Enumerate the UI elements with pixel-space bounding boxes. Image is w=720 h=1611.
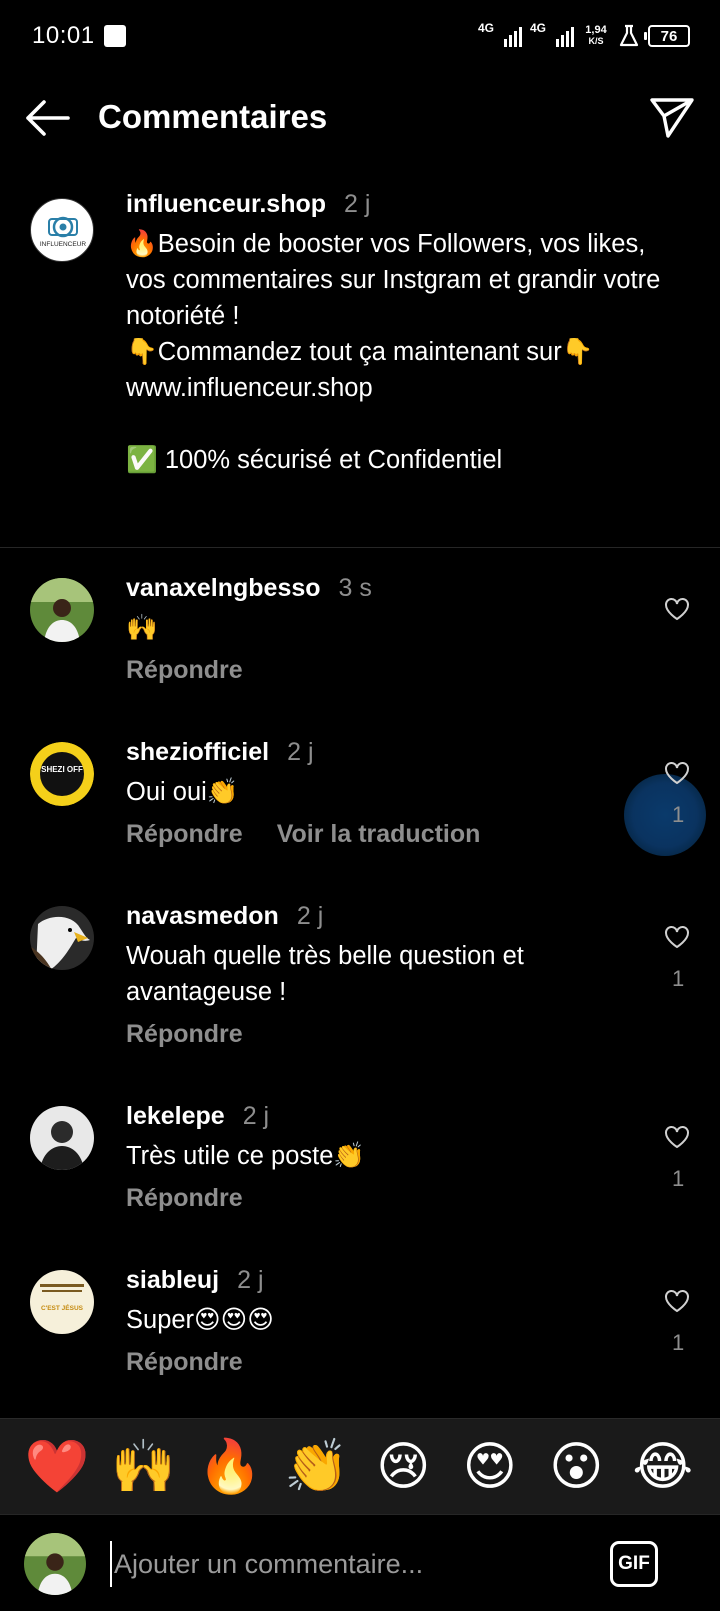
username[interactable]: sheziofficiel [126,738,269,766]
svg-text:SHEZI OFF: SHEZI OFF [41,765,83,774]
network-speed: 1,94 K/S [585,24,607,47]
comment-input[interactable] [110,1541,570,1587]
battery-icon: 76 [644,25,690,47]
gif-label: GIF [618,1553,650,1574]
reply-button[interactable]: Répondre [126,1020,243,1049]
emoji-clapping[interactable]: 👏 [282,1437,352,1497]
comment-text: 🙌 [126,614,158,642]
emoji-heart-eyes[interactable]: 😍 [455,1437,525,1497]
comment-input-bar: GIF [0,1514,720,1611]
comment-text: Très utile ce poste👏 [126,1142,366,1170]
current-user-avatar [24,1533,86,1595]
post-caption: INFLUENCEUR influenceur.shop 2 j 🔥Besoin … [0,190,720,548]
lab-icon [619,24,639,47]
like-count: 1 [672,802,685,827]
svg-text:C'EST JÉSUS: C'EST JÉSUS [41,1303,84,1312]
comment-text: Super😍😍😍 [126,1306,274,1334]
reply-button[interactable]: Répondre [126,820,243,849]
back-arrow-icon[interactable] [22,96,72,140]
svg-text:INFLUENCEUR: INFLUENCEUR [40,241,87,248]
comment-text: Wouah quelle très belle question et avan… [126,942,524,1006]
emoji-red-heart[interactable]: ❤️ [22,1437,92,1497]
timestamp: 2 j [242,1102,270,1130]
like-count: 1 [672,1330,685,1355]
timestamp: 2 j [237,1266,264,1294]
emoji-reaction-bar: ❤️ 🙌 🔥 👏 😢 😍 😮 😂 [0,1418,720,1514]
status-time: 10:01 [32,22,95,49]
like-count: 1 [672,966,685,991]
influenceur-logo-icon: INFLUENCEUR [40,216,87,248]
username[interactable]: lekelepe [126,1102,225,1130]
network-type-1: 4G [478,21,495,35]
page-title: Commentaires [98,98,328,135]
emoji-tears-of-joy[interactable]: 😂 [628,1437,698,1497]
reply-button[interactable]: Répondre [126,656,243,685]
header: Commentaires [0,78,720,158]
emoji-crying[interactable]: 😢 [368,1437,438,1497]
username[interactable]: vanaxelngbesso [126,574,321,602]
caption-header: influenceur.shop 2 j [126,190,370,219]
timestamp: 2 j [287,738,314,766]
avatar[interactable] [30,578,94,642]
reply-button[interactable]: Répondre [126,1184,243,1213]
heart-icon[interactable] [664,1289,690,1313]
avatar[interactable]: C'EST JÉSUS [30,1270,94,1334]
signal-icon-2: 4G [530,21,574,49]
touch-ripple [624,774,706,856]
notification-icon [104,25,126,47]
heart-icon[interactable] [664,1125,690,1149]
username[interactable]: siableuj [126,1266,219,1294]
emoji-fire[interactable]: 🔥 [195,1437,265,1497]
heart-icon[interactable] [664,925,690,949]
heart-icon[interactable] [664,761,690,785]
signal-icon: 4G [478,21,522,49]
emoji-raising-hands[interactable]: 🙌 [109,1437,179,1497]
timestamp: 2 j [344,190,371,218]
heart-icon[interactable] [664,597,690,621]
gif-button[interactable]: GIF [610,1541,658,1587]
share-icon[interactable] [648,96,696,140]
status-icons: 4G 4G 1,94 K/S 76 [478,21,690,50]
timestamp: 2 j [296,902,324,930]
avatar[interactable] [30,1106,94,1170]
comment-text: Oui oui👏 [126,778,239,806]
see-translation-button[interactable]: Voir la traduction [277,820,481,849]
emoji-surprised[interactable]: 😮 [541,1437,611,1497]
username[interactable]: navasmedon [126,902,279,930]
timestamp: 3 s [338,574,372,602]
status-bar: 10:01 4G 4G 1,94 K/S 76 [0,0,720,72]
network-type-2: 4G [530,21,547,35]
avatar[interactable]: SHEZI OFF [30,742,94,806]
caption-text: 🔥Besoin de booster vos Followers, vos li… [126,230,661,474]
username[interactable]: influenceur.shop [126,190,326,218]
reply-button[interactable]: Répondre [126,1348,243,1377]
avatar[interactable] [30,906,94,970]
avatar[interactable]: INFLUENCEUR [30,198,94,262]
like-count: 1 [672,1166,685,1191]
